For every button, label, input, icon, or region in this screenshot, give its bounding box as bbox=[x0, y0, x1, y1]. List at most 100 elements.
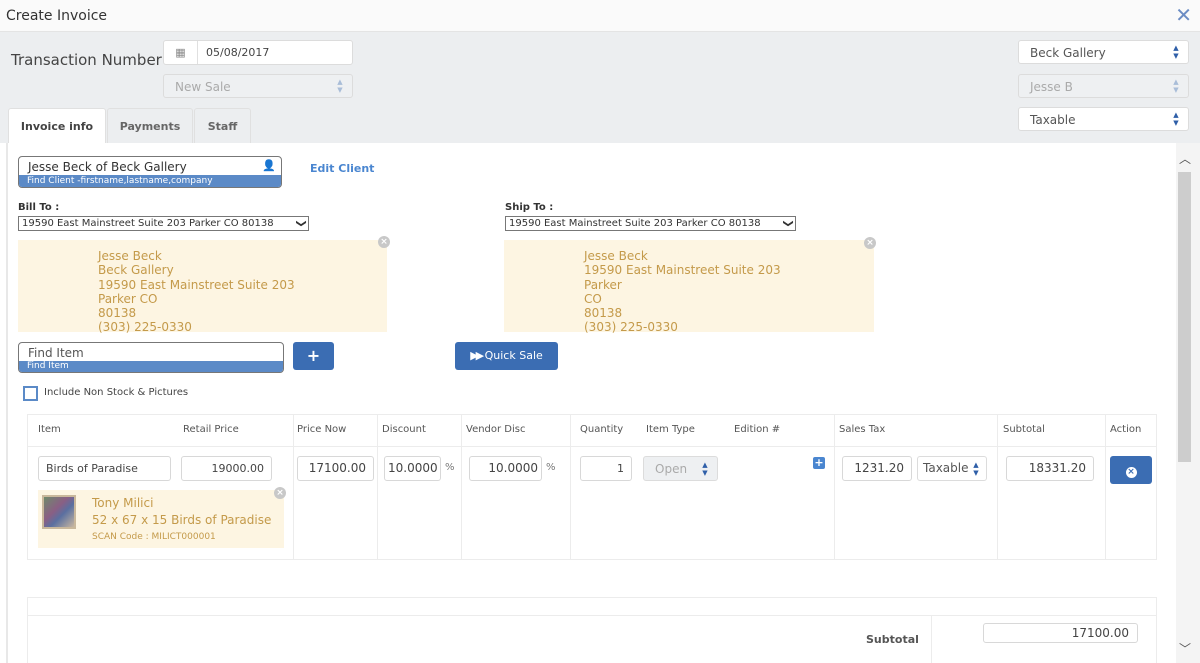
price-now-input[interactable]: 17100.00 bbox=[297, 456, 374, 481]
scrollbar-thumb[interactable] bbox=[1178, 172, 1191, 462]
address-line: Parker bbox=[584, 277, 622, 292]
window-title: Create Invoice bbox=[6, 8, 108, 24]
column-header-retail-price: Retail Price bbox=[183, 424, 239, 435]
item-type-select[interactable]: Open ▲ ▼ bbox=[643, 456, 718, 481]
add-edition-icon[interactable]: + bbox=[813, 457, 825, 469]
user-icon: 👤 bbox=[262, 159, 276, 172]
totals-divider bbox=[28, 615, 1156, 616]
find-item-placeholder: Find Item bbox=[28, 346, 84, 360]
gallery-value: Beck Gallery bbox=[1030, 46, 1106, 60]
bill-to-address-card: Jesse Beck Beck Gallery 19590 East Mains… bbox=[18, 240, 387, 335]
item-name-input[interactable]: Birds of Paradise bbox=[38, 456, 171, 481]
ship-to-selected: 19590 East Mainstreet Suite 203 Parker C… bbox=[509, 218, 761, 229]
sale-type-select[interactable]: New Sale ▲ ▼ bbox=[163, 74, 353, 98]
address-line: (303) 225-0330 bbox=[584, 320, 678, 335]
column-header-sales-tax: Sales Tax bbox=[839, 424, 886, 435]
artist-name: Tony Milici bbox=[92, 496, 154, 510]
updown-arrows-icon: ▲ ▼ bbox=[337, 78, 343, 94]
row-subtotal-input[interactable]: 18331.20 bbox=[1006, 456, 1094, 481]
edit-client-link[interactable]: Edit Client bbox=[310, 162, 374, 175]
subtotal-value[interactable]: 17100.00 bbox=[983, 623, 1138, 643]
column-header-price-now: Price Now bbox=[297, 424, 347, 435]
staff-select[interactable]: Jesse B ▲ ▼ bbox=[1018, 74, 1189, 98]
ship-to-select[interactable]: 19590 East Mainstreet Suite 203 Parker C… bbox=[505, 216, 796, 231]
column-divider bbox=[461, 415, 462, 559]
remove-bill-to-icon[interactable]: × bbox=[378, 236, 390, 248]
ship-to-label: Ship To : bbox=[505, 202, 554, 213]
item-detail-card: Tony Milici 52 x 67 x 15 Birds of Paradi… bbox=[38, 490, 284, 548]
column-divider bbox=[570, 415, 571, 559]
address-line: 19590 East Mainstreet Suite 203 bbox=[584, 263, 781, 278]
invoice-header: Transaction Number ▦ 05/08/2017 New Sale… bbox=[0, 32, 1200, 144]
chevron-down-icon: ❯ bbox=[782, 219, 794, 228]
remove-circle-icon: × bbox=[1125, 467, 1137, 478]
quick-sale-label: Quick Sale bbox=[484, 349, 543, 362]
updown-arrows-icon: ▲ ▼ bbox=[702, 461, 708, 477]
bill-to-lines: Jesse Beck Beck Gallery 19590 East Mains… bbox=[98, 249, 295, 335]
discount-input[interactable]: 10.0000 bbox=[384, 456, 441, 481]
column-divider bbox=[1105, 415, 1106, 559]
remove-ship-to-icon[interactable]: × bbox=[864, 237, 876, 249]
client-search-input[interactable]: Jesse Beck of Beck Gallery 👤 Find Client… bbox=[18, 156, 282, 188]
vendor-disc-input[interactable]: 10.0000 bbox=[469, 456, 542, 481]
column-divider bbox=[293, 415, 294, 559]
column-header-item-type: Item Type bbox=[646, 424, 695, 435]
client-search-hint: Find Client -firstname,lastname,company bbox=[19, 175, 281, 187]
quick-sale-button[interactable]: ▶▶ Quick Sale bbox=[455, 342, 558, 370]
bill-to-select[interactable]: 19590 East Mainstreet Suite 203 Parker C… bbox=[18, 216, 309, 231]
address-line: Parker CO bbox=[98, 291, 158, 306]
chevron-down-icon[interactable]: ﹀ bbox=[1179, 640, 1191, 657]
remove-row-button[interactable]: × bbox=[1110, 456, 1152, 484]
tab-payments[interactable]: Payments bbox=[107, 108, 193, 143]
sale-type-value: New Sale bbox=[175, 80, 231, 94]
updown-arrows-icon: ▲ ▼ bbox=[1173, 44, 1179, 60]
tab-invoice-info[interactable]: Invoice info bbox=[8, 108, 106, 144]
address-line: Jesse Beck bbox=[584, 249, 648, 263]
find-item-input[interactable]: Find Item Find Item bbox=[18, 342, 284, 373]
quantity-input[interactable]: 1 bbox=[580, 456, 632, 481]
row-tax-status-select[interactable]: Taxable ▲ ▼ bbox=[917, 456, 987, 481]
updown-arrows-icon: ▲ ▼ bbox=[973, 461, 979, 477]
column-header-discount: Discount bbox=[382, 424, 426, 435]
find-item-hint: Find Item bbox=[19, 361, 283, 372]
address-line: (303) 225-0330 bbox=[98, 320, 192, 335]
date-field[interactable]: ▦ 05/08/2017 bbox=[163, 40, 353, 65]
table-header-divider bbox=[28, 446, 1156, 447]
tax-status-select[interactable]: Taxable ▲ ▼ bbox=[1018, 107, 1189, 131]
sales-tax-input[interactable]: 1231.20 bbox=[842, 456, 912, 481]
address-line: 80138 bbox=[584, 306, 623, 321]
updown-arrows-icon: ▲ ▼ bbox=[1173, 78, 1179, 94]
address-line: 19590 East Mainstreet Suite 203 bbox=[98, 277, 295, 292]
column-header-item: Item bbox=[38, 424, 61, 435]
artwork-thumbnail[interactable] bbox=[42, 495, 76, 529]
client-value: Jesse Beck of Beck Gallery bbox=[28, 160, 187, 174]
chevron-up-icon[interactable]: ︿ bbox=[1179, 150, 1191, 167]
ship-to-address-card: Jesse Beck 19590 East Mainstreet Suite 2… bbox=[504, 240, 874, 335]
bill-to-selected: 19590 East Mainstreet Suite 203 Parker C… bbox=[22, 218, 274, 229]
address-line: Beck Gallery bbox=[98, 263, 174, 278]
include-non-stock-label: Include Non Stock & Pictures bbox=[44, 387, 189, 398]
address-line: 80138 bbox=[98, 306, 137, 321]
column-header-quantity: Quantity bbox=[580, 424, 624, 435]
staff-value: Jesse B bbox=[1030, 80, 1073, 94]
column-divider bbox=[834, 415, 835, 559]
column-header-subtotal: Subtotal bbox=[1003, 424, 1045, 435]
totals-column-divider bbox=[931, 616, 932, 663]
chevron-down-icon: ❯ bbox=[295, 219, 307, 228]
fast-forward-icon: ▶▶ bbox=[470, 349, 484, 362]
retail-price-input[interactable]: 19000.00 bbox=[181, 456, 272, 481]
item-description: 52 x 67 x 15 Birds of Paradise bbox=[92, 513, 272, 527]
include-non-stock-checkbox[interactable] bbox=[23, 386, 38, 401]
address-line: Jesse Beck bbox=[98, 249, 162, 263]
column-header-action: Action bbox=[1110, 424, 1142, 435]
updown-arrows-icon: ▲ ▼ bbox=[1173, 111, 1179, 127]
address-line: CO bbox=[584, 291, 602, 306]
remove-item-card-icon[interactable]: × bbox=[274, 487, 286, 499]
date-value: 05/08/2017 bbox=[206, 46, 270, 59]
vendor-disc-unit: % bbox=[546, 462, 556, 473]
tab-staff[interactable]: Staff bbox=[194, 108, 251, 143]
add-item-button[interactable]: + bbox=[293, 342, 334, 370]
close-icon[interactable]: ✕ bbox=[1175, 4, 1192, 26]
calendar-icon[interactable]: ▦ bbox=[164, 41, 198, 64]
gallery-select[interactable]: Beck Gallery ▲ ▼ bbox=[1018, 40, 1189, 64]
